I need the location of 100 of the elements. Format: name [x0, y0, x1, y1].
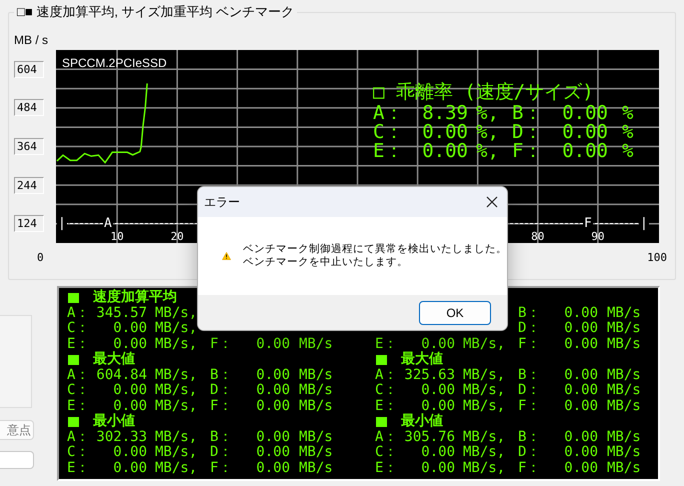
speed-value: 0.00	[420, 458, 455, 478]
channel-label: F：	[512, 142, 542, 161]
channel-label: B：	[210, 366, 234, 384]
speed-value: 325.63	[403, 366, 455, 384]
channel-label: A：	[67, 304, 90, 322]
speed-value: 0.00	[112, 458, 147, 478]
speed-value: 0.00	[255, 381, 290, 400]
channel-label: F：	[518, 458, 542, 478]
device-name: SPCCM.2PCIeSSD	[62, 56, 167, 70]
section-title: 最大値	[401, 350, 443, 368]
channel-label: F：	[210, 396, 234, 416]
unit-label: MB/s	[607, 396, 641, 416]
unit-label: MB/s,	[463, 334, 506, 354]
speed-value: 0.00	[421, 396, 455, 414]
unit-label: MB/s	[607, 319, 641, 338]
speed-value: 0.00	[255, 443, 290, 462]
unit-label: MB/s,	[155, 319, 198, 338]
unit-label: MB/s	[607, 458, 641, 478]
speed-value: 0.00	[563, 443, 598, 462]
channel-label: F：	[210, 458, 234, 478]
square-icon	[68, 292, 79, 303]
deviation-value: 0.00	[561, 104, 608, 123]
y-tick-label: 364	[14, 138, 44, 155]
unit-label: MB/s,	[155, 428, 198, 446]
channel-label: B：	[518, 304, 542, 322]
unit-label: MB/s	[299, 458, 333, 478]
y-tick-label: 124	[14, 215, 44, 232]
unit-label: MB/s	[607, 428, 641, 446]
unit-label: MB/s	[299, 381, 333, 400]
unit-label: MB/s,	[155, 334, 198, 354]
unit-label: MB/s,	[155, 304, 198, 322]
deviation-title: □ 乖離率 (速度/サイズ)	[373, 83, 595, 102]
channel-label: F：	[518, 334, 542, 354]
channel-label: A：	[67, 428, 90, 446]
x-tick-label: 90	[591, 230, 605, 243]
unit-label: MB/s,	[155, 396, 198, 416]
speed-value: 302.33	[95, 428, 147, 446]
channel-label: D：	[512, 123, 542, 142]
x-tick-label: 20	[170, 230, 184, 243]
channel-label: D：	[210, 381, 234, 400]
speed-value: 0.00	[112, 319, 147, 338]
channel-label: C：	[67, 443, 90, 462]
y-tick-label: 604	[14, 60, 44, 78]
percent-label: %,	[476, 123, 500, 142]
error-message: ベンチマーク制御過程にて異常を検出いたしました。	[243, 243, 507, 256]
channel-label: E：	[373, 142, 403, 161]
unit-label: MB/s,	[155, 366, 198, 384]
section-title: 最大値	[93, 350, 135, 368]
speed-value: 0.00	[563, 428, 598, 446]
channel-label: A：	[375, 366, 398, 384]
speed-value: 0.00	[255, 458, 290, 478]
unit-label: MB/s,	[155, 458, 198, 478]
channel-label: B：	[518, 428, 542, 446]
square-icon	[376, 354, 387, 365]
channel-label: B：	[518, 366, 542, 384]
x-tick-label: 10	[110, 230, 124, 243]
percent-label: %	[622, 142, 634, 161]
unit-label: MB/s	[607, 304, 641, 322]
speed-value: 604.84	[95, 366, 147, 384]
y-tick-label: 244	[14, 176, 44, 194]
unit-label: MB/s,	[463, 396, 506, 416]
unit-label: MB / s	[14, 33, 48, 47]
section-title: 最小値	[93, 412, 135, 430]
speed-value: 345.57	[95, 304, 147, 322]
ok-button[interactable]: OK	[419, 300, 491, 324]
percent-label: %	[622, 104, 634, 123]
speed-value: 0.00	[563, 334, 598, 354]
error-message: ベンチマークを中止いたします。	[243, 256, 409, 269]
x-tick-label: 80	[531, 230, 544, 243]
percent-label: %,	[476, 142, 500, 161]
speed-value: 0.00	[563, 366, 598, 384]
caution-button[interactable]: 意点	[0, 420, 34, 440]
speed-value: 0.00	[255, 366, 290, 384]
unit-label: MB/s,	[155, 381, 198, 400]
speed-value: 0.00	[255, 334, 290, 354]
unit-label: MB/s	[607, 334, 641, 354]
square-icon	[376, 416, 387, 427]
deviation-value: 8.39	[421, 104, 468, 123]
speed-value: 0.00	[563, 319, 598, 338]
channel-label: D：	[210, 443, 234, 462]
range-marker: |	[57, 216, 67, 231]
channel-label: F：	[210, 334, 234, 354]
square-icon	[68, 416, 79, 427]
channel-label: D：	[518, 381, 542, 400]
channel-label: A：	[67, 366, 90, 384]
channel-label: C：	[375, 381, 398, 400]
speed-value: 0.00	[563, 458, 598, 478]
section-title: 速度加算平均	[93, 288, 177, 306]
deviation-value: 0.00	[561, 123, 608, 142]
unit-label: MB/s,	[463, 381, 506, 400]
input-field[interactable]	[0, 451, 34, 469]
channel-label: B：	[210, 428, 234, 446]
speed-value: 0.00	[421, 334, 455, 352]
close-icon[interactable]	[486, 196, 498, 208]
square-icon	[68, 354, 79, 365]
unit-label: MB/s	[299, 443, 333, 462]
channel-label: C：	[375, 443, 398, 462]
channel-label: E：	[375, 334, 398, 354]
speed-value: 0.00	[563, 381, 598, 400]
speed-value: 0.00	[563, 304, 598, 322]
